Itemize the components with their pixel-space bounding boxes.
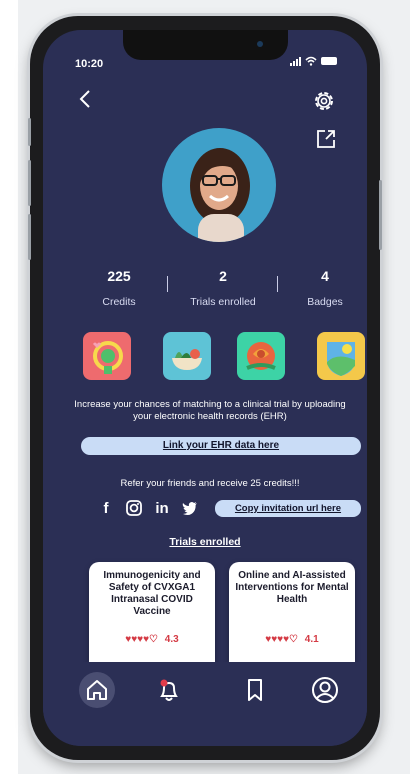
bowl-icon [172, 349, 202, 370]
profile-stats: 225 Credits 2 Trials enrolled 4 Badges [83, 268, 367, 318]
rating-score: 4.3 [164, 634, 179, 645]
bookmark-icon[interactable] [241, 676, 269, 704]
rating-score: 4.1 [304, 634, 319, 645]
app-screen: 10:20 225 Credits 2 Trials enrolled 4 Ba… [43, 30, 367, 746]
phone-side-button [28, 160, 31, 206]
divider [167, 276, 168, 292]
social-links: f in [97, 499, 199, 517]
status-icons [290, 56, 337, 66]
stat-trials: 2 Trials enrolled [181, 268, 265, 308]
stat-label: Trials enrolled [190, 296, 256, 308]
chevron-left-icon[interactable] [75, 88, 97, 110]
shield-landscape-badge[interactable] [317, 332, 365, 380]
trial-card[interactable]: Immunogenicity and Safety of CVXGA1 Intr… [89, 562, 215, 662]
stat-value: 4 [321, 268, 329, 284]
stat-badges: 4 Badges [289, 268, 361, 308]
heart-icon [93, 341, 123, 374]
camera [257, 41, 263, 47]
stat-value: 2 [219, 268, 227, 284]
home-icon [87, 680, 107, 700]
notch [123, 30, 288, 60]
status-time: 10:20 [75, 58, 104, 70]
instagram-icon[interactable] [125, 499, 143, 517]
external-link-icon[interactable] [315, 128, 337, 150]
ehr-description: Increase your chances of matching to a c… [74, 399, 346, 422]
copy-invitation-button[interactable]: Copy invitation url here [215, 500, 361, 517]
heart-badge[interactable] [83, 332, 131, 380]
trial-rating: ♥♥♥♥♡ 4.1 [235, 634, 349, 645]
signal-icon [290, 56, 301, 66]
trials-heading[interactable]: Trials enrolled [43, 536, 367, 548]
phone-side-button [28, 214, 31, 260]
badges-row [83, 332, 367, 380]
nav-home[interactable] [79, 672, 115, 708]
heart-rating-icons: ♥♥♥♥♡ [125, 634, 159, 645]
food-bowl-badge[interactable] [163, 332, 211, 380]
stat-label: Badges [307, 296, 343, 308]
trial-title: Immunogenicity and Safety of CVXGA1 Intr… [103, 570, 201, 617]
bottom-nav [43, 662, 367, 746]
profile-icon[interactable] [311, 676, 339, 704]
phone-side-button [28, 118, 31, 146]
trial-rating: ♥♥♥♥♡ 4.3 [95, 634, 209, 645]
wifi-icon [305, 56, 317, 66]
avatar[interactable] [162, 128, 276, 242]
phone-side-button [379, 180, 382, 250]
refer-description: Refer your friends and receive 25 credit… [120, 478, 300, 489]
facebook-icon[interactable]: f [97, 499, 115, 517]
trial-cards: Immunogenicity and Safety of CVXGA1 Intr… [89, 562, 361, 662]
twitter-icon[interactable] [181, 499, 199, 517]
rose-badge[interactable] [237, 332, 285, 380]
link-ehr-button[interactable]: Link your EHR data here [81, 437, 361, 455]
heart-rating-icons: ♥♥♥♥♡ [265, 634, 299, 645]
battery-icon [321, 57, 337, 65]
stat-credits: 225 Credits [83, 268, 155, 308]
stat-value: 225 [107, 268, 131, 284]
trial-title: Online and AI-assisted Interventions for… [235, 570, 349, 605]
linkedin-icon[interactable]: in [153, 499, 171, 517]
user-photo [190, 148, 250, 242]
bell-icon[interactable] [155, 676, 183, 704]
landscape-icon [327, 342, 355, 376]
rose-icon [246, 342, 276, 370]
stat-label: Credits [102, 296, 136, 308]
divider [277, 276, 278, 292]
trial-card[interactable]: Online and AI-assisted Interventions for… [229, 562, 355, 662]
gear-icon[interactable] [311, 88, 337, 114]
